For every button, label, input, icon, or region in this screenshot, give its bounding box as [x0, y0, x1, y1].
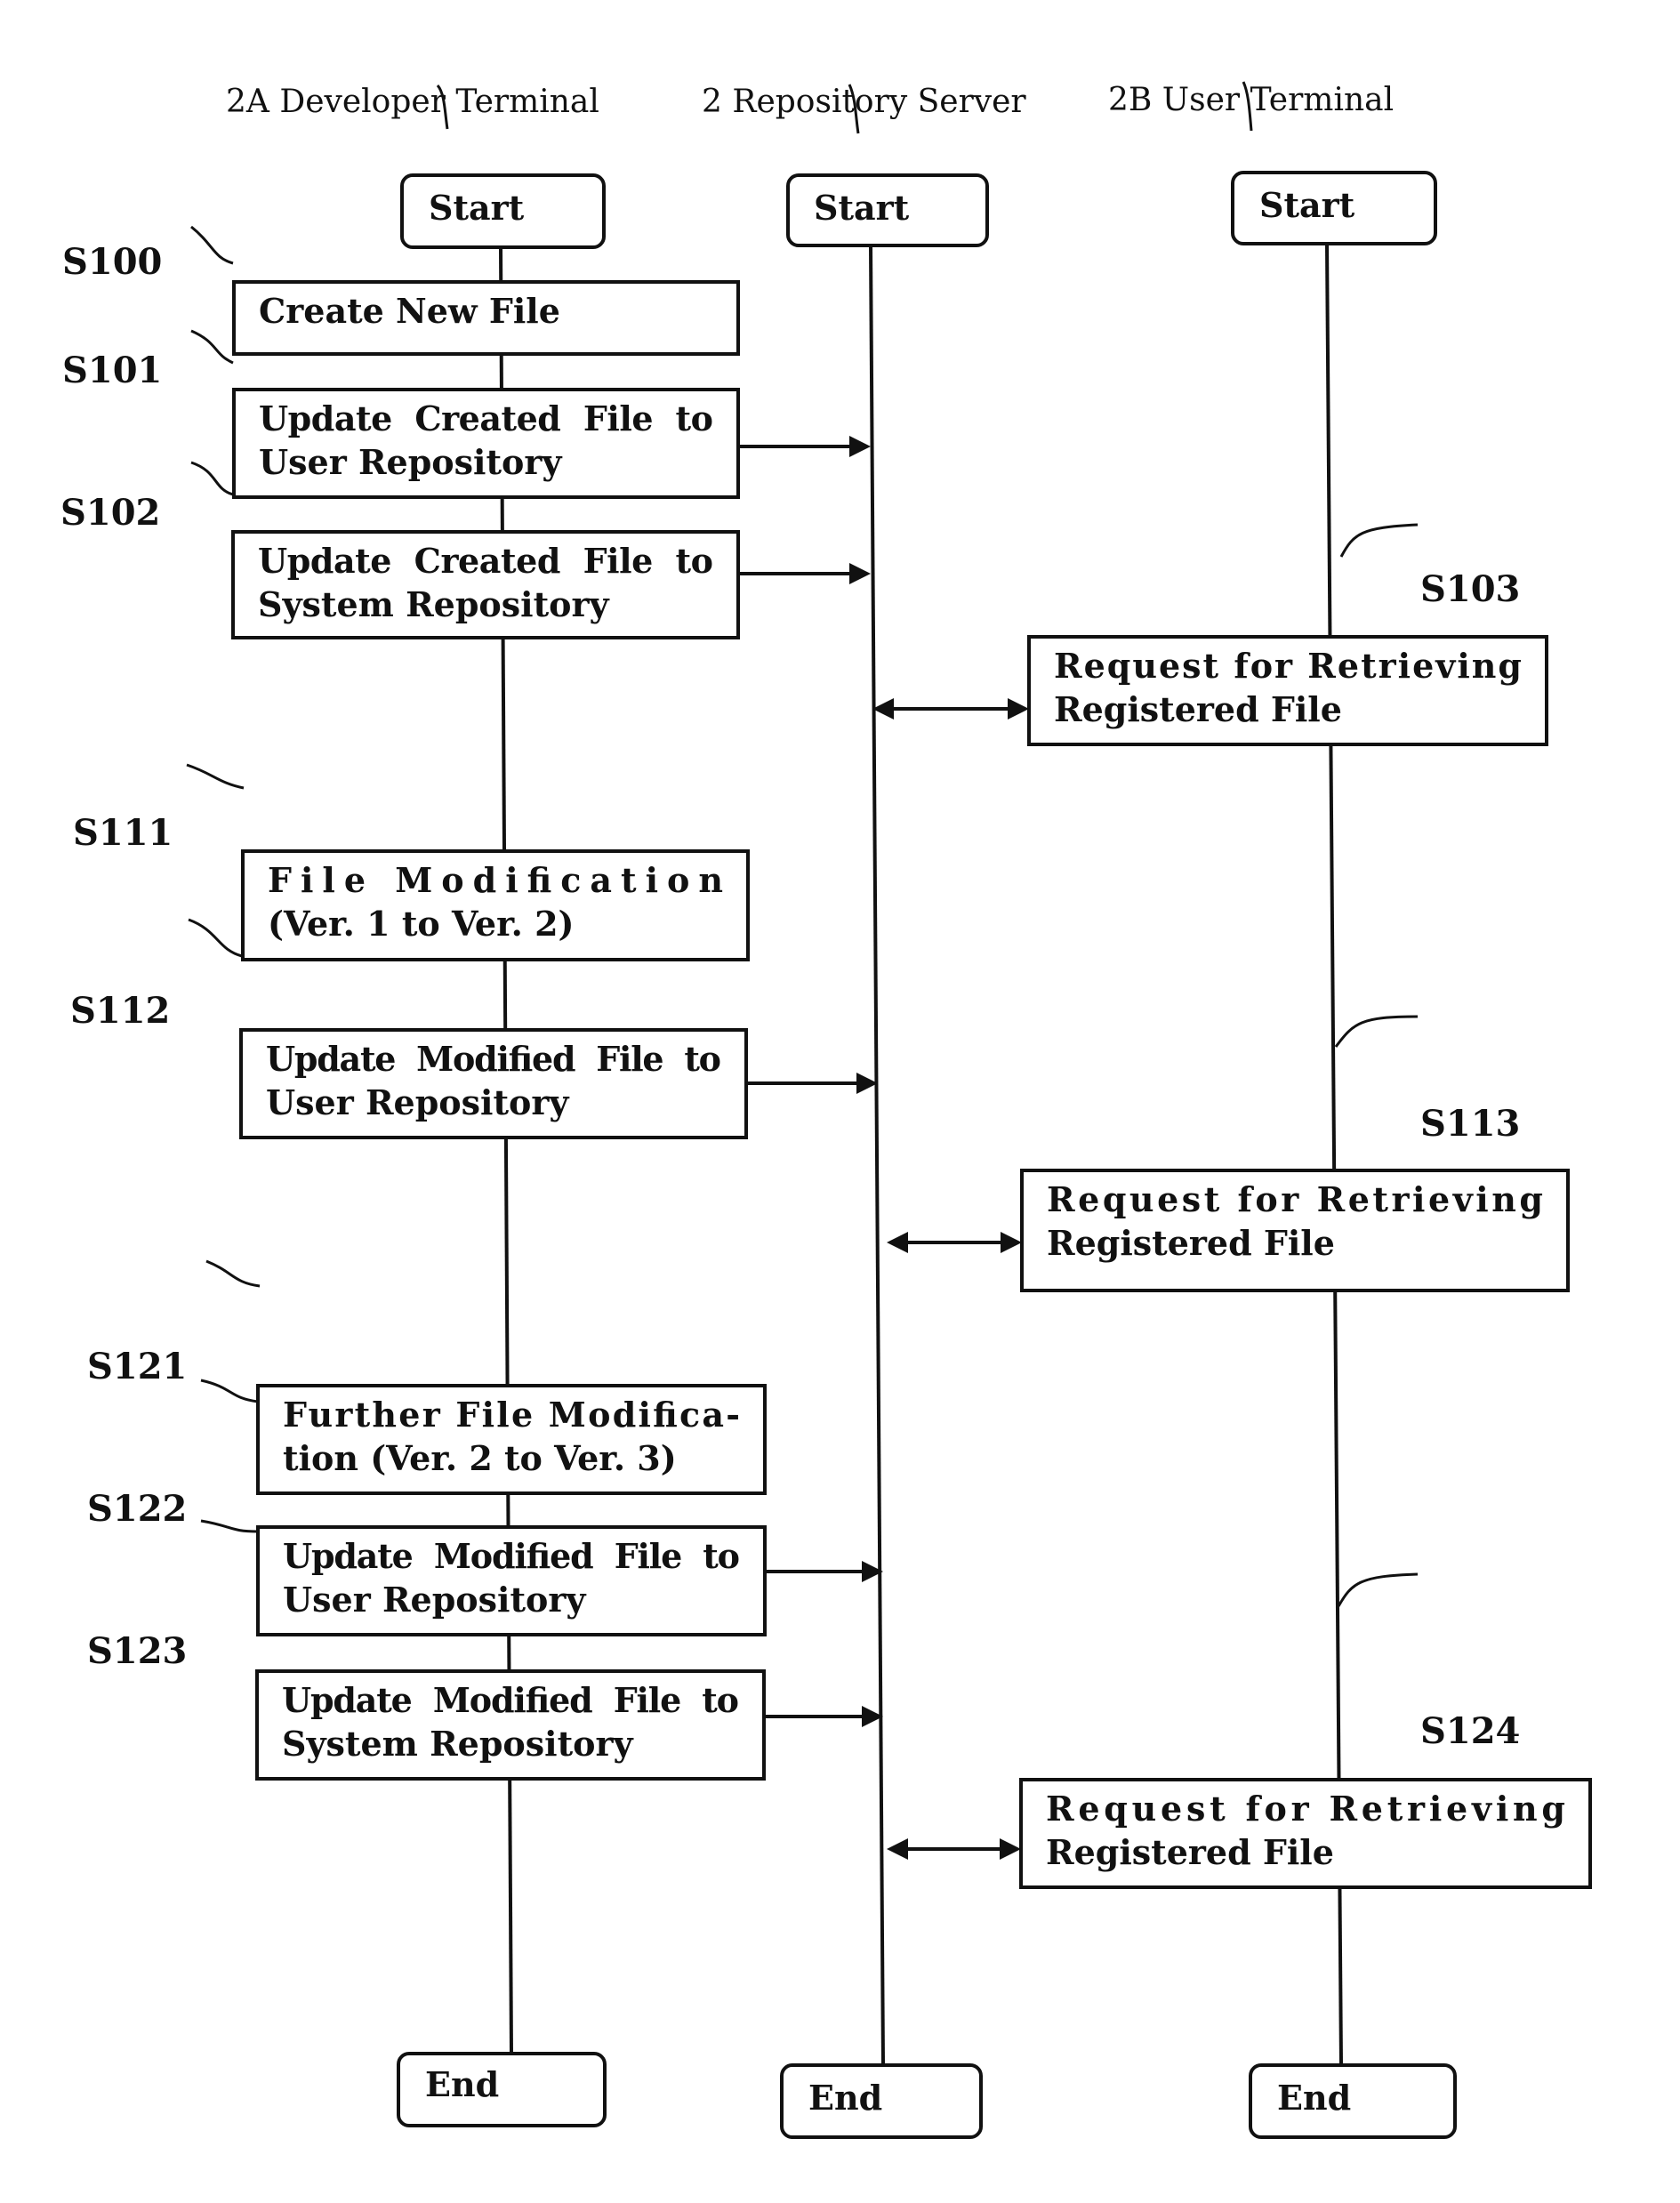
developer-lifeline: [499, 246, 513, 2055]
start-server: Start: [786, 173, 989, 247]
step-leader-mark: [186, 763, 245, 790]
step-leader-mark: [205, 1259, 261, 1288]
step-text-line: User Repository: [259, 442, 562, 482]
step-leader-mark: [200, 1379, 259, 1403]
step-label: S100: [62, 241, 162, 283]
step-label: S111: [73, 812, 173, 854]
step-text-line: Update Created File to: [258, 541, 713, 581]
step-text-line: Registered File: [1047, 1223, 1335, 1263]
step-box-s111: S111File Modification(Ver. 1 to Ver. 2): [73, 763, 750, 961]
end-server-label: End: [808, 2078, 882, 2118]
step-text-line: Update Created File to: [259, 398, 713, 438]
step-text-line: Update Modified File to: [282, 1680, 739, 1720]
step-box-s103: S103 Request for RetrievingRegistered Fil…: [1027, 523, 1548, 746]
step-label: S102: [60, 492, 160, 534]
developer-steps: S100 Create New File S101 Update Created Fi…: [60, 225, 767, 1781]
bidirectional-arrow: [887, 1232, 1022, 1253]
step-text-line: Create New File: [259, 291, 560, 331]
step-leader-mark: [190, 329, 234, 365]
bidirectional-arrow: [887, 1838, 1021, 1860]
request-arrow: [738, 563, 871, 584]
step-leader-mark: [190, 461, 234, 496]
step-leader-mark: [200, 1519, 259, 1533]
start-developer-label: Start: [429, 188, 525, 228]
step-text-line: Update Modified File to: [283, 1536, 740, 1576]
arrowhead-icon: [849, 436, 871, 457]
sequence-flow-diagram: 2A Developer Terminal 2 Repository Serve…: [60, 81, 1592, 2139]
request-arrow: [764, 1706, 883, 1727]
step-text-line: User Repository: [266, 1082, 569, 1122]
step-label: S124: [1420, 1710, 1520, 1752]
step-text-line: (Ver. 1 to Ver. 2): [268, 904, 575, 944]
message-arrows: [738, 436, 1029, 1860]
arrowhead-icon: [1008, 698, 1029, 720]
step-label: S103: [1420, 568, 1520, 610]
step-box-s101: S101 Update Created File toUser Repositor…: [62, 329, 740, 499]
arrowhead-icon: [1000, 1838, 1021, 1860]
step-text-line: System Repository: [282, 1724, 634, 1764]
step-text-line: System Repository: [258, 584, 610, 624]
end-developer-label: End: [425, 2064, 499, 2104]
step-leader-mark: [1339, 523, 1419, 558]
arrowhead-icon: [887, 1838, 908, 1860]
end-server: End: [780, 2063, 983, 2139]
step-label: S101: [62, 350, 162, 391]
request-arrow: [765, 1561, 883, 1582]
start-user: Start: [1231, 171, 1437, 245]
step-text-line: Registered File: [1054, 689, 1342, 729]
step-text-line: Registered File: [1046, 1832, 1334, 1872]
user-steps: S103Request for RetrievingRegistered Fil…: [1019, 523, 1592, 1889]
end-user-label: End: [1277, 2078, 1351, 2118]
server-lifeline: [869, 245, 885, 2066]
step-label: S121: [87, 1346, 187, 1387]
end-user: End: [1249, 2063, 1457, 2139]
step-box-s121: S121 Further File Modifica-tion (Ver. 2 t…: [87, 1259, 767, 1495]
step-label: S113: [1420, 1103, 1520, 1145]
bidirectional-arrow: [872, 698, 1029, 720]
header-developer-terminal: 2A Developer Terminal: [226, 84, 599, 120]
step-text-line: Request for Retrieving: [1046, 1789, 1565, 1829]
step-label: S112: [70, 990, 170, 1032]
step-label: S122: [87, 1488, 187, 1530]
step-text-line: User Repository: [283, 1580, 586, 1620]
step-box-s100: S100 Create New File: [62, 225, 740, 356]
arrowhead-icon: [849, 563, 871, 584]
request-arrow: [746, 1073, 878, 1094]
step-text-line: Request for Retrieving: [1054, 646, 1522, 686]
header-repository-server: 2 Repository Server: [702, 84, 1026, 120]
step-leader-mark: [188, 918, 243, 958]
start-developer: Start: [400, 173, 606, 249]
step-text-line: Further File Modifica-: [283, 1395, 740, 1435]
step-box-s113: S113 Request for RetrievingRegistered Fil…: [1020, 1015, 1570, 1292]
request-arrow: [738, 436, 871, 457]
step-label: S123: [87, 1630, 187, 1672]
step-leader-mark: [1337, 1572, 1419, 1607]
arrowhead-icon: [887, 1232, 908, 1253]
start-server-label: Start: [814, 188, 910, 228]
step-text-line: Update Modified File to: [266, 1039, 721, 1079]
step-leader-mark: [190, 225, 234, 265]
step-text-line: tion (Ver. 2 to Ver. 3): [283, 1438, 677, 1478]
step-box-s124: S124 Request for RetrievingRegistered Fil…: [1019, 1572, 1592, 1889]
arrowhead-icon: [1001, 1232, 1022, 1253]
end-developer: End: [397, 2052, 607, 2127]
step-leader-mark: [1334, 1015, 1419, 1048]
step-text-line: Request for Retrieving: [1047, 1179, 1543, 1219]
start-user-label: Start: [1259, 185, 1355, 225]
